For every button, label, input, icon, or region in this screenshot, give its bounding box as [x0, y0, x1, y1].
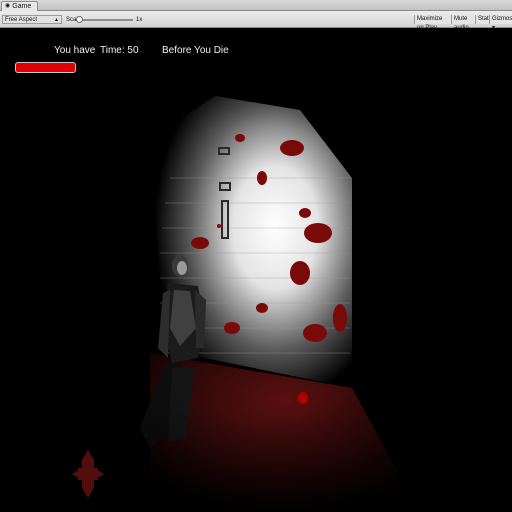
- tab-game-label: Game: [12, 3, 32, 10]
- chevron-down-icon: ▲: [54, 17, 59, 23]
- aspect-dropdown[interactable]: Free Aspect ▲: [2, 15, 62, 24]
- hud-you-have: You have: [54, 45, 96, 56]
- scale-value: 1x: [136, 17, 143, 23]
- hud-before-you-die: Before You Die: [162, 45, 229, 56]
- maximize-on-play-button[interactable]: Maximize on Play: [414, 15, 451, 31]
- editor-tab-bar: ◉ Game: [0, 0, 512, 11]
- tab-game[interactable]: ◉ Game: [1, 1, 39, 11]
- hud-time: Time: 50: [100, 45, 139, 56]
- aspect-dropdown-label: Free Aspect: [5, 17, 38, 23]
- gizmos-dropdown[interactable]: Gizmos ▾: [489, 15, 512, 31]
- health-bar: [15, 62, 76, 73]
- game-view-toolbar: Free Aspect ▲ Scale 1x Maximize on Play …: [0, 11, 512, 31]
- gamepad-icon: ◉: [5, 3, 11, 9]
- game-scene: [0, 28, 512, 512]
- scale-slider-thumb[interactable]: [76, 16, 83, 23]
- scale-slider[interactable]: [76, 16, 133, 23]
- stats-button[interactable]: Stats: [475, 15, 492, 24]
- mute-audio-button[interactable]: Mute audio: [451, 15, 475, 31]
- game-viewport[interactable]: You have Time: 50 Before You Die: [0, 28, 512, 512]
